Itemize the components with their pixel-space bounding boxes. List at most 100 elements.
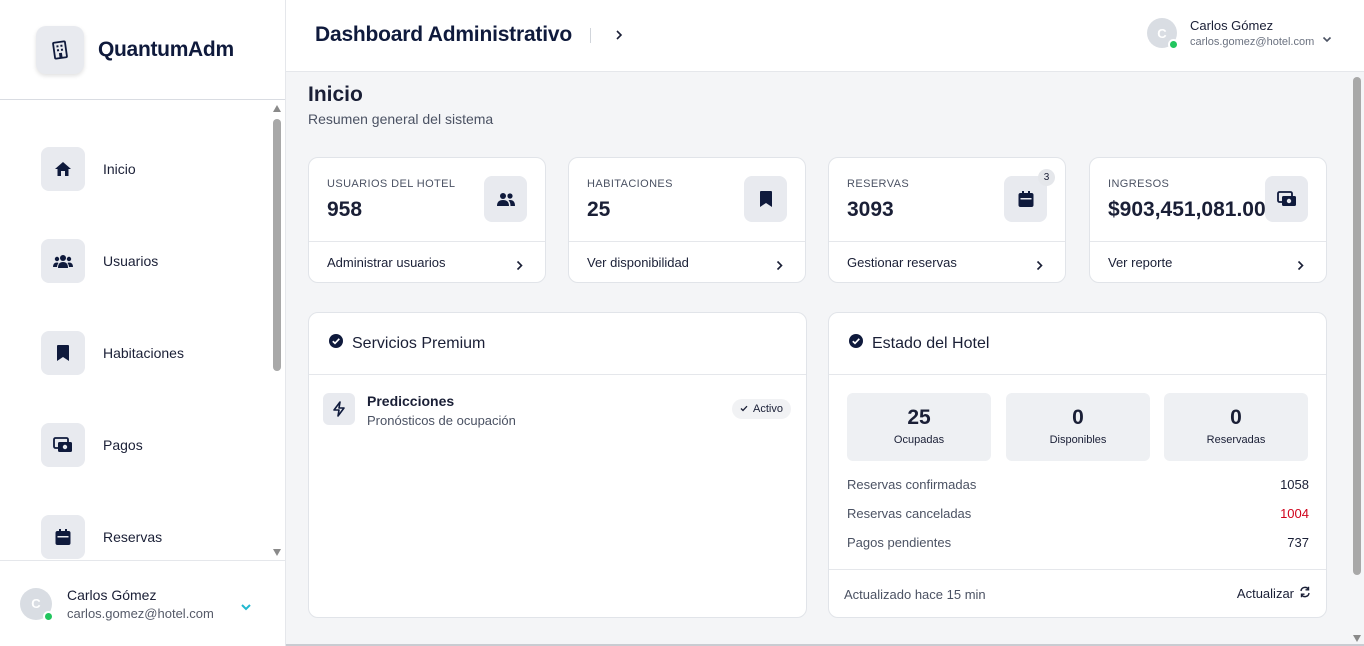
header-divider	[590, 28, 591, 43]
stat-label: HABITACIONES	[587, 178, 673, 190]
stat-value: 3093	[847, 198, 894, 221]
brand-name: QuantumAdm	[98, 37, 234, 61]
stat-card-usuarios: USUARIOS DEL HOTEL 958 Administrar usuar…	[308, 157, 546, 283]
stat-row: Reservas canceladas 1004	[847, 506, 1309, 521]
sidebar-scrollbar[interactable]	[270, 101, 284, 560]
user-email: carlos.gomez@hotel.com	[1190, 36, 1315, 48]
user-name: Carlos Gómez	[67, 586, 157, 603]
sidebar-item-habitaciones[interactable]: Habitaciones	[41, 331, 184, 375]
premium-services-panel: Servicios Premium Predicciones Pronóstic…	[308, 312, 807, 618]
scroll-up-arrow[interactable]	[273, 105, 281, 112]
sidebar-item-usuarios[interactable]: Usuarios	[41, 239, 158, 283]
rooms-occupied-box: 25 Ocupadas	[847, 393, 991, 461]
home-icon	[41, 147, 85, 191]
service-description: Pronósticos de ocupación	[367, 413, 516, 428]
status-badge: Activo	[732, 399, 791, 419]
chevron-right-icon[interactable]	[516, 258, 523, 276]
stat-label: INGRESOS	[1108, 178, 1170, 190]
calendar-icon	[41, 515, 85, 559]
administrar-usuarios-link[interactable]: Administrar usuarios	[327, 255, 446, 270]
stat-card-habitaciones: HABITACIONES 25 Ver disponibilidad	[568, 157, 806, 283]
bolt-icon	[323, 393, 355, 425]
top-header: Dashboard Administrativo C Carlos Gómez …	[286, 0, 1364, 72]
ver-reporte-link[interactable]: Ver reporte	[1108, 255, 1172, 270]
money-icon	[1265, 176, 1308, 222]
check-icon	[740, 403, 748, 415]
stat-value: 958	[327, 198, 363, 221]
avatar: C	[1147, 18, 1179, 50]
stat-card-reservas: RESERVAS 3093 3 Gestionar reservas	[828, 157, 1066, 283]
last-updated-text: Actualizado hace 15 min	[844, 587, 986, 602]
sidebar-item-label: Usuarios	[103, 253, 159, 269]
check-circle-icon	[849, 334, 863, 353]
stat-row-value: 1004	[1280, 506, 1309, 521]
stat-card-ingresos: INGRESOS $903,451,081.00 Ver reporte	[1089, 157, 1327, 283]
stat-value: $903,451,081.00	[1108, 198, 1266, 221]
room-label: Disponibles	[1049, 434, 1107, 446]
avatar-initial: C	[31, 596, 41, 611]
stat-row-value: 737	[1287, 535, 1309, 550]
panel-title: Estado del Hotel	[872, 334, 990, 352]
ver-disponibilidad-link[interactable]: Ver disponibilidad	[587, 255, 689, 270]
bookmark-icon	[744, 176, 787, 222]
room-count: 0	[1072, 406, 1084, 429]
scroll-thumb[interactable]	[1353, 77, 1361, 575]
chevron-right-icon[interactable]	[615, 28, 623, 46]
user-name: Carlos Gómez	[1190, 18, 1274, 33]
chevron-right-icon[interactable]	[1297, 258, 1304, 276]
chevron-down-icon[interactable]	[1322, 30, 1332, 48]
bookmark-icon	[41, 331, 85, 375]
chevron-down-icon[interactable]	[240, 598, 252, 616]
stat-row-label: Pagos pendientes	[847, 535, 952, 550]
status-label: Activo	[753, 403, 783, 415]
refresh-button[interactable]: Actualizar	[1237, 586, 1311, 601]
stat-row: Pagos pendientes 737	[847, 535, 1309, 550]
sidebar: QuantumAdm Inicio Usuarios Habitaciones …	[0, 0, 286, 646]
brand[interactable]: QuantumAdm	[0, 0, 285, 100]
online-status-dot	[1168, 39, 1179, 50]
stat-row-value: 1058	[1280, 477, 1309, 492]
rooms-reserved-box: 0 Reservadas	[1164, 393, 1308, 461]
main-scrollbar[interactable]	[1350, 72, 1364, 646]
sidebar-item-pagos[interactable]: Pagos	[41, 423, 143, 467]
stat-label: RESERVAS	[847, 178, 910, 190]
stat-value: 25	[587, 198, 611, 221]
users-icon	[41, 239, 85, 283]
sidebar-item-inicio[interactable]: Inicio	[41, 147, 136, 191]
stat-label: USUARIOS DEL HOTEL	[327, 178, 456, 190]
check-circle-icon	[329, 334, 343, 353]
refresh-icon	[1294, 586, 1311, 601]
avatar-initial: C	[1157, 25, 1167, 41]
users-icon	[484, 176, 527, 222]
building-icon	[36, 25, 84, 74]
panel-footer: Actualizado hace 15 min Actualizar	[829, 569, 1326, 619]
room-count: 25	[907, 406, 931, 429]
panel-title: Servicios Premium	[352, 334, 486, 352]
header-user-menu[interactable]: C Carlos Gómez carlos.gomez@hotel.com	[1147, 18, 1315, 50]
scroll-down-arrow[interactable]	[273, 549, 281, 556]
gestionar-reservas-link[interactable]: Gestionar reservas	[847, 255, 957, 270]
sidebar-item-reservas[interactable]: Reservas	[41, 515, 162, 559]
scroll-thumb[interactable]	[273, 119, 281, 371]
page-subtitle: Resumen general del sistema	[308, 111, 494, 127]
hotel-status-panel: Estado del Hotel 25 Ocupadas 0 Disponibl…	[828, 312, 1327, 618]
sidebar-item-label: Reservas	[103, 529, 163, 545]
chevron-right-icon[interactable]	[1036, 258, 1043, 276]
sidebar-user[interactable]: C Carlos Gómez carlos.gomez@hotel.com	[0, 560, 285, 646]
refresh-label: Actualizar	[1236, 586, 1294, 601]
main-content: Inicio Resumen general del sistema USUAR…	[286, 72, 1350, 646]
notification-badge: 3	[1038, 169, 1055, 186]
scroll-down-arrow[interactable]	[1353, 635, 1361, 642]
stat-row-label: Reservas canceladas	[847, 506, 972, 521]
page-title: Inicio	[308, 83, 363, 106]
chevron-right-icon[interactable]	[776, 258, 783, 276]
sidebar-item-label: Habitaciones	[103, 345, 184, 361]
service-name: Predicciones	[367, 393, 455, 409]
user-email: carlos.gomez@hotel.com	[67, 605, 214, 621]
online-status-dot	[43, 610, 54, 622]
rooms-available-box: 0 Disponibles	[1006, 393, 1150, 461]
sidebar-nav: Inicio Usuarios Habitaciones Pagos Reser…	[0, 101, 270, 560]
room-count: 0	[1230, 406, 1242, 429]
avatar: C	[20, 587, 54, 622]
room-label: Ocupadas	[893, 434, 945, 446]
